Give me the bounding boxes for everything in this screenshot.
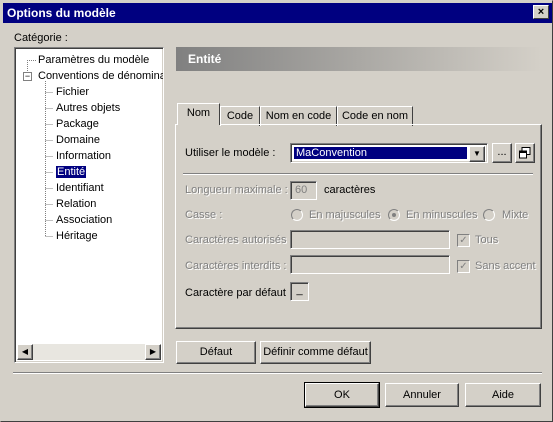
tree-item[interactable]: Identifiant [56,182,104,195]
tree-item-label: Entité [56,166,87,178]
template-dropdown-button[interactable]: ▼ [469,146,485,162]
minus-icon: − [24,71,31,81]
case-mixed-label: Mixte [502,209,529,221]
tree-item[interactable]: Conventions de dénominat [38,70,164,83]
tree-item[interactable]: Autres objets [56,102,120,115]
template-properties-button[interactable] [515,143,535,163]
allowed-all-checkbox[interactable]: ✓ [457,234,470,247]
max-length-field[interactable]: 60 [290,181,317,200]
tree-item-label: Héritage [56,230,98,242]
forbidden-chars-label: Caractères interdits : [185,260,287,272]
tree-item-label: Autres objets [56,102,121,114]
tree-collapse-toggle[interactable]: − [23,72,32,81]
window-title: Options du modèle [7,6,116,20]
case-label: Casse : [185,209,223,221]
template-combobox[interactable]: MaConvention ▼ [290,143,488,163]
tree-item[interactable]: Relation [56,198,96,211]
tree-item[interactable]: Package [56,118,99,131]
tab-code[interactable]: Code [220,106,260,126]
title-bar: Options du modèle × [3,3,552,23]
tree-item-label: Package [56,118,99,130]
tab-label: Nom en code [265,110,332,122]
arrow-left-icon: ◀ [21,347,29,356]
allowed-chars-label: Caractères autorisés : [185,234,293,246]
allowed-chars-field[interactable] [290,230,450,249]
bottom-separator [13,372,542,374]
radio-selected-dot [392,213,396,217]
tree-item[interactable]: Paramètres du modèle [38,54,149,67]
check-icon: ✓ [459,235,468,246]
cancel-button[interactable]: Annuler [385,383,459,407]
ellipsis-label: ... [497,146,507,158]
tree-item-label: Fichier [56,86,90,98]
tree-item-label: Identifiant [56,182,104,194]
case-upper-label: En majuscules [309,209,381,221]
use-template-label: Utiliser le modèle : [185,147,276,159]
check-icon: ✓ [459,261,468,272]
tree-item[interactable]: Information [56,150,111,163]
tree-item[interactable]: Héritage [56,230,98,243]
tree-item-label: Information [56,150,112,162]
template-browse-button[interactable]: ... [492,143,512,163]
tree-item-label: Paramètres du modèle [38,54,150,66]
properties-icon [519,147,531,159]
options-dialog: Options du modèle × Catégorie : Paramètr… [0,0,553,422]
tab-label: Nom [186,107,211,119]
template-value: MaConvention [294,147,467,159]
default-button[interactable]: Défaut [176,341,256,364]
case-mixed-radio[interactable] [483,209,495,221]
tab-label: Code [226,110,254,122]
arrow-right-icon: ▶ [149,347,157,356]
tree-item-label: Conventions de dénominat [38,70,164,82]
tree-item-label: Association [56,214,113,226]
tab-nom-en-code[interactable]: Nom en code [260,106,337,126]
tree-item-label: Relation [56,198,97,210]
tab-code-en-nom[interactable]: Code en nom [337,106,413,126]
scroll-right-button[interactable]: ▶ [145,344,161,360]
case-lower-radio[interactable] [388,209,400,221]
max-length-label: Longueur maximale : [185,184,288,196]
tree-item[interactable]: Entité [56,166,87,179]
allowed-all-label: Tous [475,234,499,246]
no-accent-label: Sans accent [475,260,536,272]
default-char-label: Caractère par défaut : [185,287,293,299]
close-icon: × [537,6,545,18]
case-upper-radio[interactable] [291,209,303,221]
chevron-down-icon: ▼ [473,149,481,158]
close-button[interactable]: × [533,5,549,19]
tab-nom[interactable]: Nom [177,103,220,125]
scroll-left-button[interactable]: ◀ [17,344,33,360]
default-char-field[interactable]: _ [290,282,309,301]
set-default-button[interactable]: Définir comme défaut [260,341,371,364]
ok-button[interactable]: OK [304,382,380,408]
category-tree[interactable]: Paramètres du modèle − Conventions de déno… [14,47,164,363]
category-label: Catégorie : [14,32,68,44]
tree-item[interactable]: Association [56,214,112,227]
tree-item-label: Domaine [56,134,101,146]
tab-label: Code en nom [341,110,409,122]
separator [183,173,533,175]
help-button[interactable]: Aide [465,383,541,407]
panel-header: Entité [176,47,542,71]
tree-item[interactable]: Domaine [56,134,100,147]
panel-title: Entité [188,52,222,66]
tree-hscrollbar[interactable]: ◀ ▶ [17,344,161,360]
no-accent-checkbox[interactable]: ✓ [457,260,470,273]
tree-item[interactable]: Fichier [56,86,89,99]
characters-suffix: caractères [324,184,376,196]
case-lower-label: En minuscules [406,209,478,221]
forbidden-chars-field[interactable] [290,255,450,274]
